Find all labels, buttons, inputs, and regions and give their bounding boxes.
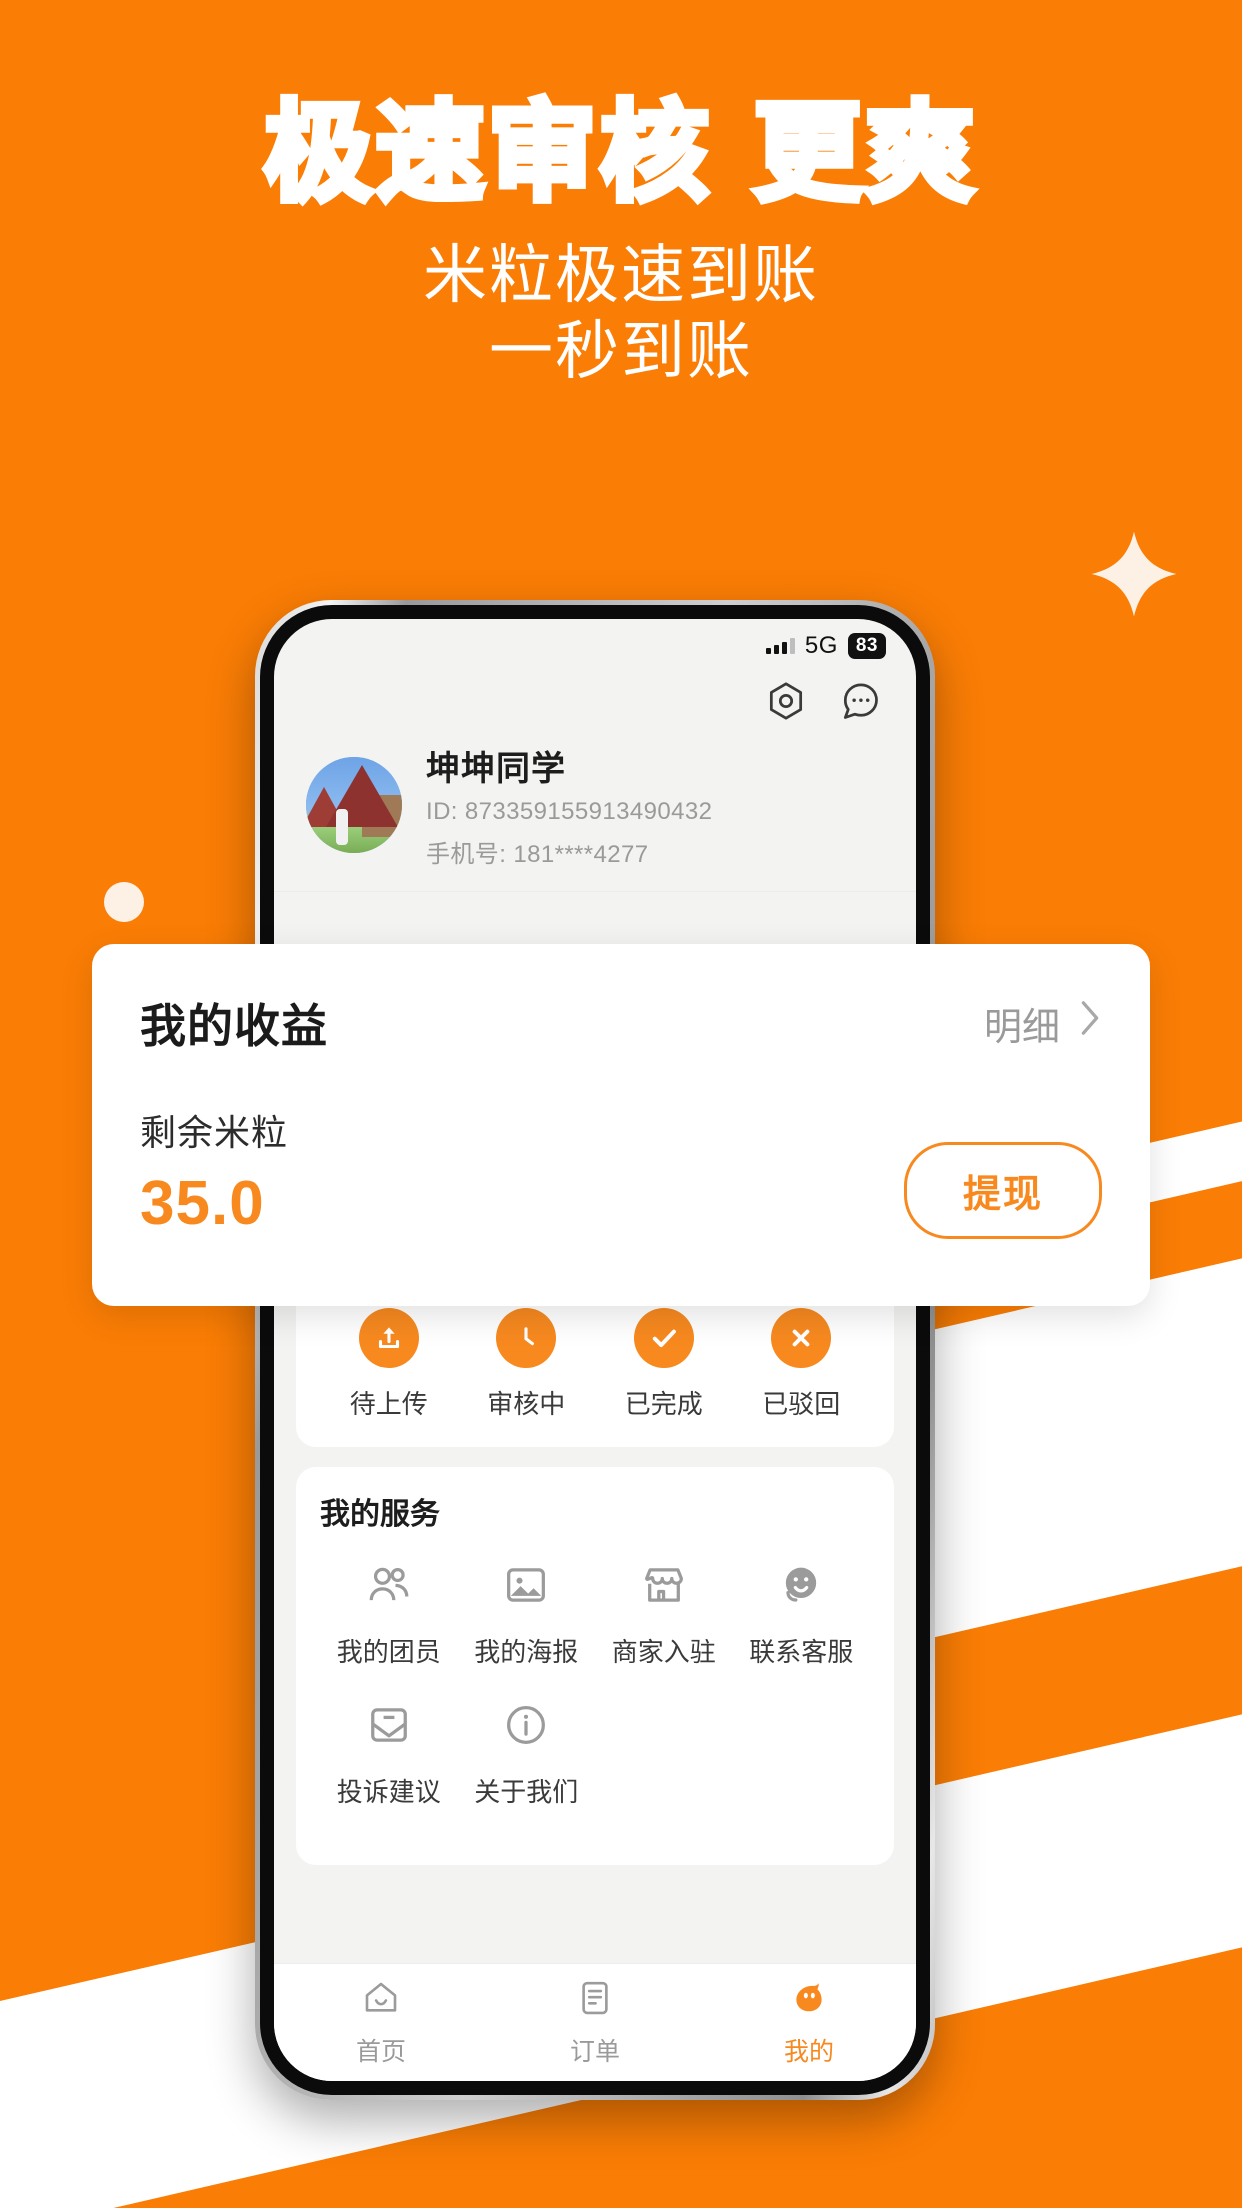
order-status-completed[interactable]: 已完成	[595, 1308, 733, 1421]
chat-icon[interactable]	[838, 679, 882, 723]
upload-icon	[358, 1308, 419, 1368]
tab-label: 首页	[355, 2038, 406, 2066]
order-status-rejected[interactable]: 已驳回	[733, 1308, 871, 1421]
order-status-label: 已驳回	[762, 1389, 841, 1419]
income-card: 我的收益 明细 剩余米粒 35.0 提现	[92, 944, 1150, 1306]
order-status-label: 审核中	[487, 1389, 566, 1419]
check-icon	[633, 1308, 694, 1368]
decorative-dot	[104, 882, 144, 922]
home-icon	[360, 1977, 402, 2024]
profile-id: ID: 873359155913490432	[426, 798, 713, 825]
profile-mango-icon	[788, 1977, 830, 2024]
top-actions	[274, 673, 916, 723]
service-label: 关于我们	[474, 1777, 579, 1807]
balance-value: 35.0	[140, 1169, 265, 1238]
tab-label: 我的	[783, 2038, 834, 2066]
users-icon	[363, 1559, 415, 1616]
tab-label: 订单	[569, 2038, 620, 2066]
order-status-pending-upload[interactable]: 待上传	[320, 1308, 458, 1421]
service-complaint[interactable]: 投诉建议	[320, 1699, 458, 1809]
service-my-team[interactable]: 我的团员	[320, 1559, 458, 1669]
services-grid: 我的团员 我的海报 商家入驻 联系客服 投诉建议 关于我们	[320, 1559, 870, 1839]
income-card-header: 我的收益 明细	[140, 990, 1102, 1056]
service-label: 投诉建议	[336, 1777, 441, 1807]
income-card-body: 剩余米粒 35.0 提现	[140, 1104, 1102, 1239]
signal-bars-icon	[765, 638, 795, 654]
sparkle-icon	[1088, 528, 1180, 620]
network-label: 5G	[804, 632, 838, 659]
service-label: 商家入驻	[611, 1637, 716, 1667]
phone-screen: 5G 83 坤坤同学 ID: 873359155913490432 手机号: 1…	[274, 619, 916, 2081]
envelope-icon	[363, 1699, 415, 1756]
income-card-title: 我的收益	[140, 1000, 328, 1052]
service-my-poster[interactable]: 我的海报	[458, 1559, 596, 1669]
shop-icon	[638, 1559, 690, 1616]
close-icon	[771, 1308, 832, 1368]
avatar[interactable]	[306, 757, 402, 853]
tab-mine[interactable]: 我的	[702, 1977, 916, 2068]
income-detail-label: 明细	[983, 1006, 1060, 1049]
order-status-row: 待上传 审核中 已完成 已驳回	[320, 1308, 870, 1421]
income-detail-link[interactable]: 明细	[984, 996, 1102, 1051]
chevron-right-icon	[1078, 999, 1102, 1047]
promo-headline: 极速审核 更爽	[261, 91, 978, 216]
promo-header: 极速审核 更爽 米粒极速到账 一秒到账	[0, 0, 1242, 389]
bottom-spacer	[274, 1865, 916, 1955]
service-label: 我的团员	[336, 1637, 441, 1667]
bottom-tabbar: 首页 订单 我的	[274, 1963, 916, 2081]
headset-smiley-icon	[775, 1559, 827, 1616]
status-bar: 5G 83	[274, 619, 916, 673]
scan-icon[interactable]	[764, 679, 808, 723]
clock-icon	[496, 1308, 557, 1368]
battery-level: 83	[847, 633, 886, 659]
promo-subline-2: 一秒到账	[489, 314, 753, 387]
service-label: 我的海报	[474, 1637, 579, 1667]
order-status-reviewing[interactable]: 审核中	[458, 1308, 596, 1421]
service-label: 联系客服	[749, 1637, 854, 1667]
withdraw-button[interactable]: 提现	[903, 1142, 1102, 1239]
promo-subline-1: 米粒极速到账	[423, 239, 819, 311]
service-about-us[interactable]: 关于我们	[458, 1699, 596, 1809]
order-status-label: 待上传	[349, 1389, 428, 1419]
profile-section[interactable]: 坤坤同学 ID: 873359155913490432 手机号: 181****…	[274, 723, 916, 891]
services-card: 我的服务 我的团员 我的海报 商家入驻 联系客服 投诉建议 关于我们	[296, 1467, 894, 1865]
phone-bezel: 5G 83 坤坤同学 ID: 873359155913490432 手机号: 1…	[260, 605, 930, 2095]
tab-orders[interactable]: 订单	[488, 1977, 702, 2068]
phone-mockup: 5G 83 坤坤同学 ID: 873359155913490432 手机号: 1…	[255, 600, 935, 2100]
document-icon	[574, 1977, 616, 2024]
profile-phone: 手机号: 181****4277	[426, 841, 649, 868]
order-status-label: 已完成	[624, 1389, 703, 1419]
info-icon	[500, 1699, 552, 1756]
services-card-title: 我的服务	[320, 1498, 440, 1531]
service-merchant-join[interactable]: 商家入驻	[595, 1559, 733, 1669]
balance-label: 剩余米粒	[140, 1112, 289, 1153]
tab-home[interactable]: 首页	[274, 1977, 488, 2068]
service-contact-support[interactable]: 联系客服	[733, 1559, 871, 1669]
profile-name: 坤坤同学	[426, 750, 566, 788]
image-icon	[500, 1559, 552, 1616]
